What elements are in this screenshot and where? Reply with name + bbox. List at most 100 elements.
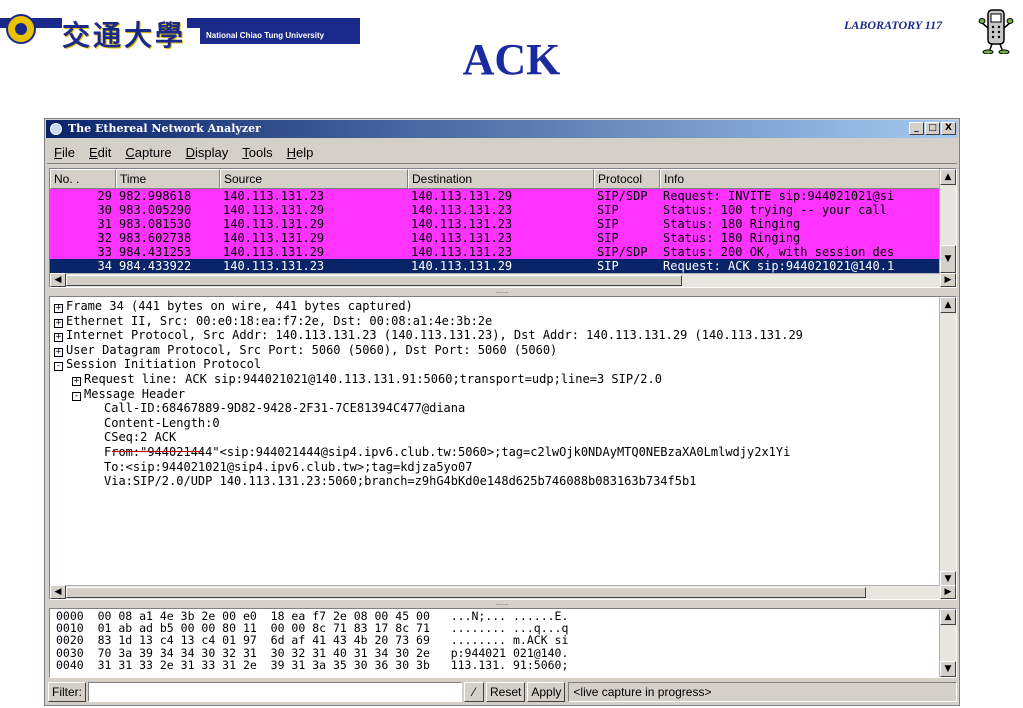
packet-row[interactable]: 33 984.431253 140.113.131.29 140.113.131.23…	[50, 245, 942, 260]
packet-row[interactable]: 29 982.998618 140.113.131.23 140.113.131.29…	[50, 189, 942, 204]
packet-cell-time: 983.602738	[119, 231, 192, 245]
menu-mnemonic: C	[125, 144, 135, 160]
packet-cell-no: 29	[97, 189, 112, 203]
packet-cell-proto: SIP	[597, 203, 619, 217]
filter-input[interactable]	[88, 682, 462, 702]
detail-tree-item[interactable]: Content-Length:0	[104, 416, 220, 431]
scroll-left-arrow-icon[interactable]: ◀	[50, 273, 66, 287]
scroll-down-arrow-icon[interactable]: ▼	[940, 661, 956, 677]
scroll-up-arrow-icon[interactable]: ▲	[940, 169, 956, 185]
detail-tree-item[interactable]: + User Datagram Protocol, Src Port: 5060 …	[54, 343, 557, 358]
details-hscroll[interactable]: ◀ ▶	[50, 585, 956, 599]
pane-splitter[interactable]: .......	[47, 289, 957, 295]
packet-list-hscroll-thumb[interactable]	[66, 275, 682, 286]
pane-splitter[interactable]: .......	[47, 601, 957, 607]
column-header-time[interactable]: Time	[116, 169, 220, 189]
detail-tree-item[interactable]: Via:SIP/2.0/UDP 140.113.131.23:5060;bran…	[104, 474, 696, 489]
packet-row[interactable]: 34 984.433922 140.113.131.23 140.113.131.29…	[50, 259, 942, 274]
column-header-info[interactable]: Info	[660, 169, 942, 189]
apply-button[interactable]: Apply	[527, 682, 566, 702]
detail-text: Request line: ACK sip:944021021@140.113.…	[84, 372, 662, 386]
detail-text: Ethernet II, Src: 00:e0:18:ea:f7:2e, Dst…	[66, 313, 493, 328]
detail-tree-item[interactable]: + Ethernet II, Src: 00:e0:18:ea:f7:2e, Ds…	[54, 314, 492, 329]
maximize-button[interactable]: □	[925, 122, 940, 135]
packet-bytes-pane: 0000 00 08 a1 4e 3b 2e 00 e0 18 ea f7 2e…	[49, 608, 957, 678]
column-header-source[interactable]: Source	[220, 169, 408, 189]
packet-cell-src: 140.113.131.29	[223, 245, 325, 259]
minimize-button[interactable]: _	[909, 122, 924, 135]
menu-label: isplay	[195, 144, 229, 160]
detail-text: From:"944021444"<sip:944021444@sip4.ipv6…	[104, 445, 791, 459]
hex-offset: 0040	[56, 657, 84, 672]
column-header-destination[interactable]: Destination	[408, 169, 594, 189]
window-titlebar[interactable]: The Ethereal Network Analyzer _ □ X	[46, 120, 958, 138]
collapse-icon[interactable]: -	[54, 362, 63, 372]
menu-bar: File Edit Capture Display Tools Help	[47, 141, 957, 164]
packet-details-pane: + Frame 34 (441 bytes on wire, 441 bytes …	[49, 296, 957, 600]
packet-list-vscroll[interactable]: ▲ ▼	[939, 169, 956, 273]
expand-icon[interactable]: +	[54, 318, 63, 328]
packet-list-hscroll[interactable]: ◀ ▶	[50, 273, 956, 287]
window-title: The Ethereal Network Analyzer	[68, 122, 261, 135]
detail-tree-item[interactable]: CSeq:2 ACK	[104, 430, 176, 445]
filter-button[interactable]: Filter:	[48, 682, 86, 702]
packet-cell-dst: 140.113.131.23	[411, 231, 513, 245]
packet-cell-src: 140.113.131.23	[223, 189, 325, 203]
packet-list-header: No. . Time Source Destination Protocol I…	[50, 169, 942, 189]
reset-button[interactable]: Reset	[486, 682, 526, 702]
packet-cell-proto: SIP/SDP	[597, 189, 648, 203]
packet-cell-dst: 140.113.131.29	[411, 189, 513, 203]
scroll-right-arrow-icon[interactable]: ▶	[940, 273, 956, 287]
expand-icon[interactable]: +	[54, 304, 63, 313]
details-vscroll[interactable]: ▲ ▼	[939, 297, 956, 587]
packet-row[interactable]: 32 983.602738 140.113.131.29 140.113.131.23…	[50, 231, 942, 246]
packet-cell-time: 984.431253	[119, 245, 192, 259]
packet-cell-info: Status: 200 OK, with session des	[663, 245, 895, 259]
collapse-icon[interactable]: -	[72, 391, 81, 401]
detail-text: Call-ID:68467889-9D82-9428-2F31-7CE81394…	[104, 401, 466, 416]
packet-cell-no: 32	[97, 231, 112, 245]
packet-cell-dst: 140.113.131.29	[411, 259, 513, 273]
scroll-up-arrow-icon[interactable]: ▲	[940, 609, 956, 625]
menu-tools[interactable]: Tools	[235, 145, 279, 160]
close-button[interactable]: X	[941, 122, 956, 135]
packet-cell-info: Request: ACK sip:944021021@140.1	[663, 259, 895, 273]
expand-icon[interactable]: +	[54, 333, 63, 343]
university-banner: 交 通 大 學 National Chiao Tung University	[0, 12, 360, 52]
packet-cell-info: Status: 180 Ringing	[663, 231, 801, 245]
menu-capture[interactable]: Capture	[118, 145, 178, 160]
detail-tree-item[interactable]: To:<sip:944021021@sip4.ipv6.club.tw>;tag…	[104, 460, 472, 475]
packet-cell-proto: SIP/SDP	[597, 245, 648, 259]
packet-cell-info: Request: INVITE sip:944021021@si	[663, 189, 895, 203]
scroll-down-arrow-icon[interactable]: ▼	[940, 245, 956, 273]
packet-row[interactable]: 30 983.005290 140.113.131.29 140.113.131.23…	[50, 203, 942, 218]
scroll-left-arrow-icon[interactable]: ◀	[50, 585, 66, 599]
expand-icon[interactable]: +	[72, 377, 81, 386]
packet-list-pane: No. . Time Source Destination Protocol I…	[49, 168, 957, 288]
detail-tree-item[interactable]: - Session Initiation Protocol	[54, 357, 261, 372]
scroll-up-arrow-icon[interactable]: ▲	[940, 297, 956, 313]
ethereal-app-icon	[50, 123, 62, 135]
menu-file[interactable]: File	[47, 145, 82, 160]
detail-tree-item[interactable]: + Frame 34 (441 bytes on wire, 441 bytes …	[54, 299, 413, 314]
details-hscroll-thumb[interactable]	[66, 587, 866, 598]
packet-cell-info: Status: 100 trying -- your call	[663, 203, 887, 217]
packet-cell-no: 30	[97, 203, 112, 217]
menu-mnemonic: D	[185, 144, 196, 160]
detail-tree-item[interactable]: Call-ID:68467889-9D82-9428-2F31-7CE81394…	[104, 401, 465, 416]
detail-tree-item[interactable]: + Internet Protocol, Src Addr: 140.113.13…	[54, 328, 803, 343]
column-header-protocol[interactable]: Protocol	[594, 169, 660, 189]
menu-display[interactable]: Display	[179, 145, 236, 160]
detail-tree-item[interactable]: - Message Header	[72, 387, 185, 402]
column-header-no[interactable]: No. .	[50, 169, 116, 189]
scroll-right-arrow-icon[interactable]: ▶	[940, 585, 956, 599]
expand-icon[interactable]: +	[54, 347, 63, 357]
detail-tree-item[interactable]: From:"944021444"<sip:944021444@sip4.ipv6…	[104, 445, 790, 460]
packet-row[interactable]: 31 983.081530 140.113.131.29 140.113.131.23…	[50, 217, 942, 232]
detail-tree-item[interactable]: + Request line: ACK sip:944021021@140.113…	[72, 372, 662, 387]
clear-filter-icon[interactable]: ⁄	[464, 682, 484, 702]
hex-vscroll[interactable]: ▲ ▼	[939, 609, 956, 677]
menu-help[interactable]: Help	[280, 145, 321, 160]
packet-cell-no: 33	[97, 245, 112, 259]
menu-edit[interactable]: Edit	[82, 145, 118, 160]
